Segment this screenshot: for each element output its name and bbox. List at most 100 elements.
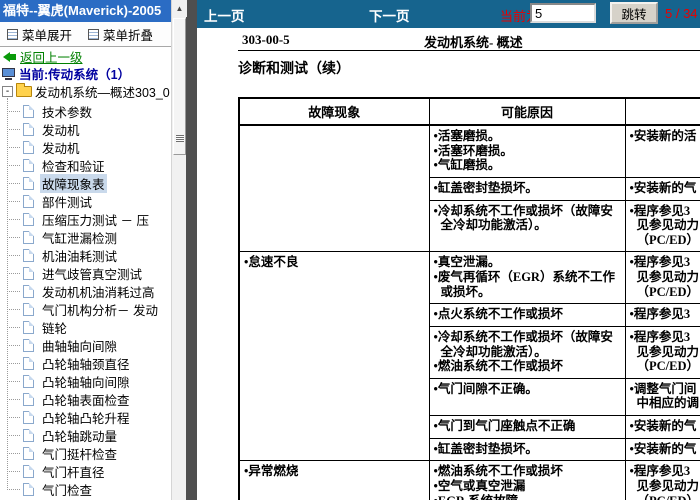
table-header-cell	[624, 97, 700, 126]
tree-item[interactable]: 凸轮轴轴向间隙	[0, 372, 171, 390]
page-icon	[23, 302, 34, 316]
tree-root-folder[interactable]: - 发动机系统—概述303_0	[0, 83, 171, 100]
sidebar-scrollbar[interactable]: ▲	[171, 0, 187, 500]
page-icon	[23, 392, 34, 406]
tree-connector-icon	[7, 398, 20, 400]
scrollbar-thumb[interactable]	[173, 18, 186, 155]
cause-text: •冷却系统不工作或损坏（故障安全冷却功能激活）。	[433, 329, 613, 359]
tree-connector-icon	[7, 164, 20, 166]
tree-item[interactable]: 曲轴轴向间隙	[0, 336, 171, 354]
tree-item[interactable]: 气门检查	[0, 480, 171, 498]
current-node-label: 当前:传动系统（1）	[19, 68, 131, 82]
cause-text: •EGR 系统故障。	[434, 494, 621, 500]
page-icon	[23, 410, 34, 424]
action-text: 见参见动力	[636, 344, 700, 359]
tree-item[interactable]: 部件测试	[0, 192, 171, 210]
tree-connector-icon	[7, 218, 20, 220]
menu-row: 菜单展开 菜单折叠	[0, 22, 171, 47]
page-icon	[23, 158, 34, 172]
tree-item[interactable]: 发动机	[0, 120, 171, 138]
cause-text: •废气再循环（EGR）系统不工作或损坏。	[433, 270, 615, 299]
tree-item[interactable]: 凸轮轴跳动量	[0, 426, 171, 444]
tree-item[interactable]: 检查和验证	[0, 156, 171, 174]
cause-text: •空气或真空泄漏	[433, 478, 526, 493]
menu-expand-button[interactable]: 菜单展开	[7, 25, 72, 44]
splitter[interactable]	[186, 0, 197, 500]
cause-cell: •真空泄漏。 •废气再循环（EGR）系统不工作或损坏。	[428, 251, 626, 305]
menu-collapse-button[interactable]: 菜单折叠	[88, 25, 153, 44]
table-header-row: 故障现象 可能原因	[238, 97, 700, 126]
cause-text: •活塞磨损。	[433, 129, 501, 143]
tree-item[interactable]: 气缸泄漏检测	[0, 228, 171, 246]
prev-page-button[interactable]: 上一页	[204, 5, 245, 25]
page-icon	[23, 248, 34, 262]
tree-item-label: 气门挺杆检查	[42, 447, 118, 462]
action-text: （PC/ED）	[636, 232, 700, 247]
tree-item[interactable]: 链轮	[0, 318, 171, 336]
action-text: •程序参见3	[629, 464, 691, 479]
page-number-input[interactable]	[530, 3, 596, 23]
pager-toolbar: 上一页 下一页 当前为 跳转 5 / 34	[197, 0, 700, 28]
tree-item[interactable]: 机油油耗测试	[0, 246, 171, 264]
tree-connector-icon	[7, 380, 20, 382]
tree-item-label: 曲轴轴向间隙	[42, 339, 118, 354]
tree-item[interactable]: 发动机机油消耗过高	[0, 282, 171, 300]
action-cell: •安装新的活	[624, 124, 700, 178]
action-text: •调整气门间	[629, 381, 697, 396]
tree-connector-icon	[7, 344, 20, 346]
tree-connector-icon	[7, 182, 20, 184]
action-text: （PC/ED）	[636, 359, 700, 374]
page-icon	[23, 482, 34, 496]
tree-item[interactable]: 发动机	[0, 138, 171, 156]
catalog-title: 福特--翼虎(Maverick)-2005	[0, 0, 171, 22]
action-text: •程序参见3	[629, 329, 691, 344]
tree-item-label: 部件测试	[42, 195, 93, 210]
next-page-button[interactable]: 下一页	[369, 5, 410, 25]
action-text: •安装新的气	[629, 441, 697, 456]
menu-collapse-label: 菜单折叠	[103, 28, 154, 43]
tree-connector-icon	[7, 308, 20, 310]
scrollbar-grip-icon	[176, 135, 184, 142]
tree-item[interactable]: 进气歧管真空测试	[0, 264, 171, 282]
tree-item[interactable]: 凸轮轴轴颈直径	[0, 354, 171, 372]
doc-heading: 诊断和测试（续）	[238, 62, 350, 77]
phenomenon-text: •异常燃烧	[244, 464, 299, 479]
tree-item[interactable]: 故障现象表	[0, 173, 171, 193]
tree-item-label: 凸轮轴凸轮升程	[42, 411, 130, 426]
tree-item-label: 压缩压力测试 － 压	[42, 213, 149, 228]
tree-connector-icon	[7, 416, 20, 418]
tree-item[interactable]: 技术参数	[0, 102, 171, 120]
tree-item[interactable]: 凸轮轴表面检查	[0, 390, 171, 408]
scroll-up-button[interactable]: ▲	[172, 0, 187, 17]
tree-connector-icon	[7, 146, 20, 148]
cause-text: •气门到气门座触点不正确	[433, 419, 576, 433]
page-icon	[23, 266, 34, 280]
tree-connector-icon	[7, 272, 20, 274]
tree-item-label: 发动机	[42, 123, 80, 138]
tree-connector-icon	[7, 236, 20, 238]
page-icon	[23, 464, 34, 478]
action-cell: •安装新的气	[624, 415, 700, 439]
cause-cell: •点火系统不工作或损坏	[428, 303, 626, 327]
collapse-box-icon[interactable]: -	[2, 86, 13, 97]
tree-item[interactable]: 气门杆直径	[0, 462, 171, 480]
phenomenon-cell: •怠速不良	[238, 251, 430, 462]
tree-item-label: 链轮	[42, 321, 68, 336]
cause-cell: •冷却系统不工作或损坏（故障安全冷却功能激活）。 •燃油系统不工作或损坏	[428, 325, 626, 379]
action-text: 见参见动力	[636, 218, 700, 233]
tree-item[interactable]: 凸轮轴凸轮升程	[0, 408, 171, 426]
action-text: （PC/ED）	[636, 284, 700, 299]
back-arrow-icon	[3, 51, 16, 62]
action-cell: •安装新的气	[624, 437, 700, 462]
jump-button[interactable]: 跳转	[610, 2, 658, 24]
tree-item[interactable]: 压缩压力测试 － 压	[0, 210, 171, 228]
page-icon	[23, 140, 34, 154]
back-row: 返回上一级	[0, 48, 171, 65]
tree-item[interactable]: 气门机构分析－ 发动	[0, 300, 171, 318]
page-icon	[23, 284, 34, 298]
tree-item[interactable]: 气门挺杆检查	[0, 444, 171, 462]
table-row: •异常燃烧•燃油系统不工作或损坏•空气或真空泄漏•EGR 系统故障。•程序参见3…	[238, 460, 700, 500]
phenomenon-text: •怠速不良	[244, 255, 299, 270]
doc-section-title: 发动机系统- 概述	[424, 35, 523, 50]
cause-cell: •冷却系统不工作或损坏（故障安全冷却功能激活）。	[428, 199, 626, 253]
